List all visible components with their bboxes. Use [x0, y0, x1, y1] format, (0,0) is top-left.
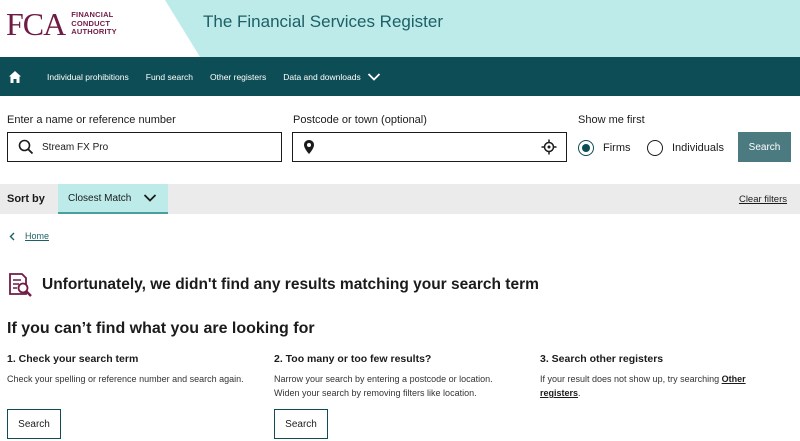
sort-value: Closest Match	[68, 192, 132, 204]
sort-select[interactable]: Closest Match	[58, 184, 168, 214]
help-column-2-title: 2. Too many or too few results?	[274, 353, 432, 365]
no-results-heading: Unfortunately, we didn't find any result…	[42, 276, 539, 293]
help-search-button-2[interactable]: Search	[274, 409, 328, 439]
fca-logo[interactable]: FCA FINANCIAL CONDUCT AUTHORITY	[6, 8, 117, 40]
main-nav: Individual prohibitions Fund search Othe…	[0, 57, 800, 96]
site-header: FCA FINANCIAL CONDUCT AUTHORITY The Fina…	[0, 0, 800, 57]
show-me-first-label: Show me first	[578, 114, 645, 126]
document-search-icon	[7, 272, 33, 298]
help-column-3: 3. Search other registers If your result…	[540, 353, 785, 400]
sort-bar: Sort by Closest Match Clear filters	[0, 184, 800, 214]
breadcrumb-home-link[interactable]: Home	[25, 231, 49, 241]
help-search-button-1[interactable]: Search	[7, 409, 61, 439]
breadcrumb: Home	[9, 231, 49, 241]
help-column-1-title: 1. Check your search term	[7, 353, 139, 365]
nav-other-registers[interactable]: Other registers	[210, 72, 266, 82]
chevron-left-icon	[9, 232, 15, 240]
home-icon[interactable]	[0, 57, 30, 96]
nav-data-downloads[interactable]: Data and downloads	[283, 72, 381, 82]
postcode-input[interactable]	[292, 132, 567, 162]
name-search-input[interactable]: Stream FX Pro	[7, 132, 282, 162]
chevron-down-icon	[144, 194, 157, 202]
locate-me-icon[interactable]	[541, 139, 557, 155]
help-column-2-text: Narrow your search by entering a postcod…	[274, 374, 493, 398]
logo-mark: FCA	[6, 6, 66, 42]
radio-firms-label[interactable]: Firms	[603, 142, 631, 154]
sort-label: Sort by	[7, 193, 45, 205]
help-column-1-text: Check your spelling or reference number …	[7, 374, 244, 384]
radio-firms[interactable]	[578, 140, 594, 156]
search-button[interactable]: Search	[738, 132, 791, 162]
name-search-value: Stream FX Pro	[42, 141, 109, 153]
radio-individuals[interactable]	[647, 140, 663, 156]
name-label: Enter a name or reference number	[7, 114, 176, 126]
nav-data-downloads-label: Data and downloads	[283, 71, 361, 82]
nav-individual-prohibitions[interactable]: Individual prohibitions	[47, 72, 129, 82]
help-heading: If you can’t find what you are looking f…	[7, 320, 315, 337]
help-column-1: 1. Check your search term Check your spe…	[7, 353, 252, 386]
location-pin-icon	[304, 140, 314, 154]
help-column-3-title: 3. Search other registers	[540, 353, 664, 365]
help-column-3-text: If your result does not show up, try sea…	[540, 374, 746, 398]
page-title[interactable]: The Financial Services Register	[203, 12, 443, 32]
chevron-down-icon	[367, 72, 380, 81]
help-column-2: 2. Too many or too few results? Narrow y…	[274, 353, 519, 400]
postcode-label: Postcode or town (optional)	[293, 114, 427, 126]
radio-individuals-label[interactable]: Individuals	[672, 142, 724, 154]
logo-text: FINANCIAL CONDUCT AUTHORITY	[71, 10, 117, 37]
search-icon	[18, 139, 34, 155]
clear-filters-link[interactable]: Clear filters	[739, 194, 787, 205]
nav-fund-search[interactable]: Fund search	[146, 72, 193, 82]
